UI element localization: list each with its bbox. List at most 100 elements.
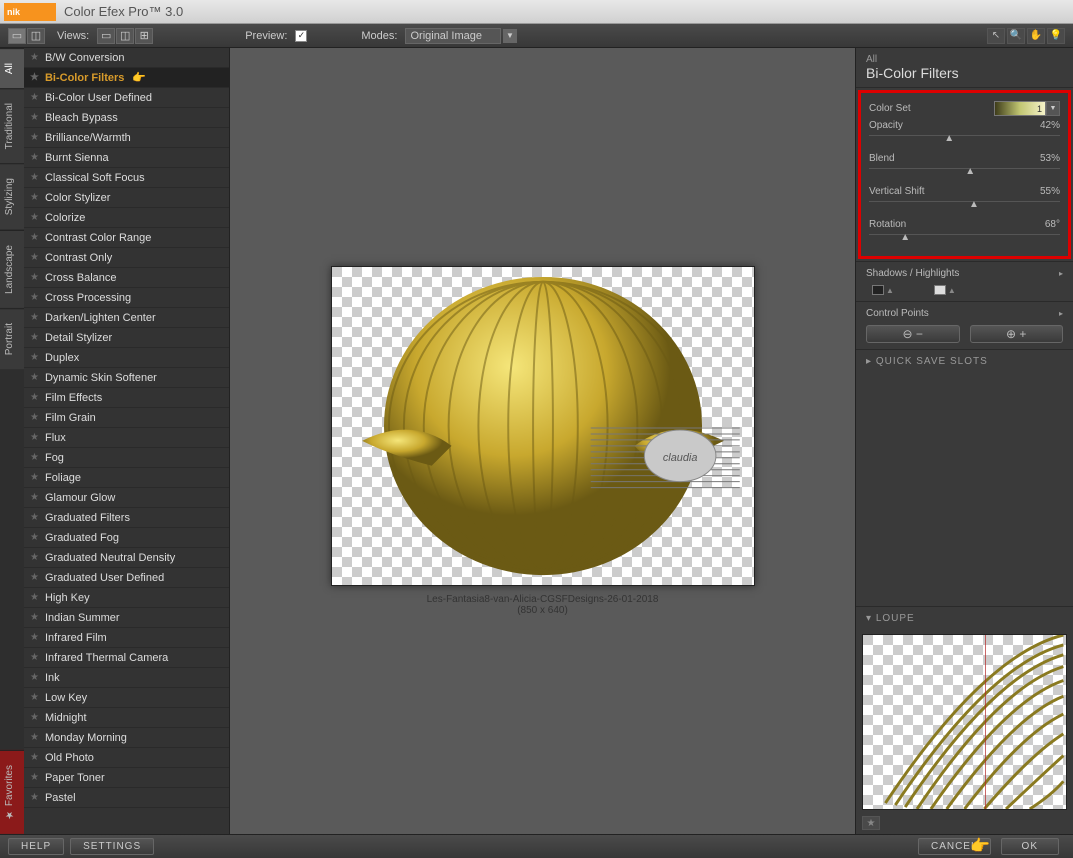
filter-item[interactable]: ★Low Key — [24, 688, 229, 708]
view-split-icon[interactable]: ◫ — [27, 28, 45, 44]
help-button[interactable]: HELP — [8, 838, 64, 855]
star-icon[interactable]: ★ — [30, 632, 39, 643]
star-icon[interactable]: ★ — [30, 272, 39, 283]
slider-handle-icon[interactable]: ▲ — [948, 286, 956, 295]
star-icon[interactable]: ★ — [30, 592, 39, 603]
filter-item[interactable]: ★Graduated Neutral Density — [24, 548, 229, 568]
filter-item[interactable]: ★Glamour Glow — [24, 488, 229, 508]
star-icon[interactable]: ★ — [30, 192, 39, 203]
star-icon[interactable]: ★ — [30, 452, 39, 463]
filter-item[interactable]: ★Monday Morning — [24, 728, 229, 748]
filter-item[interactable]: ★Classical Soft Focus — [24, 168, 229, 188]
star-icon[interactable]: ★ — [30, 512, 39, 523]
filter-item[interactable]: ★Dynamic Skin Softener — [24, 368, 229, 388]
add-control-point-button[interactable]: ⊕ + — [970, 325, 1064, 343]
star-icon[interactable]: ★ — [30, 412, 39, 423]
star-icon[interactable]: ★ — [30, 472, 39, 483]
colorset-swatch[interactable]: 1 — [994, 101, 1046, 116]
star-icon[interactable]: ★ — [30, 792, 39, 803]
layout-3-icon[interactable]: ⊞ — [135, 28, 153, 44]
filter-item[interactable]: ★Cross Processing — [24, 288, 229, 308]
vshift-slider[interactable]: ▲ — [869, 201, 1060, 209]
star-icon[interactable]: ★ — [30, 612, 39, 623]
ok-button[interactable]: OK — [1001, 838, 1059, 855]
remove-control-point-button[interactable]: ⊖ − — [866, 325, 960, 343]
highlight-swatch[interactable] — [934, 285, 946, 295]
star-icon[interactable]: ★ — [30, 732, 39, 743]
filter-item[interactable]: ★Indian Summer — [24, 608, 229, 628]
star-icon[interactable]: ★ — [30, 492, 39, 503]
filter-item[interactable]: ★Infrared Film — [24, 628, 229, 648]
tab-stylizing[interactable]: Stylizing — [0, 163, 24, 229]
tab-traditional[interactable]: Traditional — [0, 88, 24, 163]
star-icon[interactable]: ★ — [30, 292, 39, 303]
filter-item[interactable]: ★Bi-Color Filters👉 — [24, 68, 229, 88]
star-icon[interactable]: ★ — [30, 552, 39, 563]
star-icon[interactable]: ★ — [30, 672, 39, 683]
filter-item[interactable]: ★Graduated Filters — [24, 508, 229, 528]
filter-item[interactable]: ★Color Stylizer — [24, 188, 229, 208]
filter-item[interactable]: ★Contrast Only — [24, 248, 229, 268]
tab-portrait[interactable]: Portrait — [0, 308, 24, 369]
quick-save-slots-header[interactable]: ▸ QUICK SAVE SLOTS — [856, 349, 1073, 373]
filter-item[interactable]: ★Ink — [24, 668, 229, 688]
star-icon[interactable]: ★ — [30, 372, 39, 383]
cancel-button[interactable]: CANCEL — [918, 838, 991, 855]
filter-item[interactable]: ★Paper Toner — [24, 768, 229, 788]
star-icon[interactable]: ★ — [30, 92, 39, 103]
opacity-slider[interactable]: ▲ — [869, 135, 1060, 143]
layout-2-icon[interactable]: ◫ — [116, 28, 134, 44]
star-icon[interactable]: ★ — [30, 212, 39, 223]
filter-item[interactable]: ★Darken/Lighten Center — [24, 308, 229, 328]
slider-handle-icon[interactable]: ▲ — [944, 133, 954, 141]
slider-handle-icon[interactable]: ▲ — [965, 166, 975, 174]
filter-item[interactable]: ★Film Grain — [24, 408, 229, 428]
filter-item[interactable]: ★Graduated User Defined — [24, 568, 229, 588]
filter-item[interactable]: ★Duplex — [24, 348, 229, 368]
filter-item[interactable]: ★B/W Conversion — [24, 48, 229, 68]
star-icon[interactable]: ★ — [30, 392, 39, 403]
filter-item[interactable]: ★Foliage — [24, 468, 229, 488]
star-icon[interactable]: ★ — [30, 352, 39, 363]
star-icon[interactable]: ★ — [30, 332, 39, 343]
view-single-icon[interactable]: ▭ — [8, 28, 26, 44]
filter-list[interactable]: ★B/W Conversion★Bi-Color Filters👉★Bi-Col… — [24, 48, 230, 834]
filter-item[interactable]: ★Film Effects — [24, 388, 229, 408]
tab-favorites[interactable]: ★ Favorites — [0, 750, 24, 834]
filter-item[interactable]: ★Old Photo — [24, 748, 229, 768]
filter-item[interactable]: ★Pastel — [24, 788, 229, 808]
star-icon[interactable]: ★ — [30, 152, 39, 163]
star-icon[interactable]: ★ — [30, 532, 39, 543]
tab-landscape[interactable]: Landscape — [0, 230, 24, 308]
star-icon[interactable]: ★ — [30, 752, 39, 763]
blend-slider[interactable]: ▲ — [869, 168, 1060, 176]
star-icon[interactable]: ★ — [30, 772, 39, 783]
filter-item[interactable]: ★Graduated Fog — [24, 528, 229, 548]
slider-handle-icon[interactable]: ▲ — [900, 232, 910, 240]
expand-arrow-icon[interactable]: ▸ — [1059, 309, 1063, 318]
filter-item[interactable]: ★Flux — [24, 428, 229, 448]
expand-arrow-icon[interactable]: ▸ — [1059, 269, 1063, 278]
star-icon[interactable]: ★ — [30, 252, 39, 263]
star-icon[interactable]: ★ — [30, 232, 39, 243]
filter-item[interactable]: ★Bleach Bypass — [24, 108, 229, 128]
filter-item[interactable]: ★Fog — [24, 448, 229, 468]
loupe-preview[interactable] — [862, 634, 1067, 810]
filter-item[interactable]: ★Cross Balance — [24, 268, 229, 288]
star-icon[interactable]: ★ — [30, 172, 39, 183]
star-icon[interactable]: ★ — [30, 692, 39, 703]
star-icon[interactable]: ★ — [30, 312, 39, 323]
filter-item[interactable]: ★High Key — [24, 588, 229, 608]
pan-tool-icon[interactable]: ✋ — [1027, 28, 1045, 44]
modes-dropdown-arrow-icon[interactable]: ▼ — [503, 29, 517, 43]
light-tool-icon[interactable]: 💡 — [1047, 28, 1065, 44]
filter-item[interactable]: ★Infrared Thermal Camera — [24, 648, 229, 668]
filter-item[interactable]: ★Brilliance/Warmth — [24, 128, 229, 148]
tab-all[interactable]: All — [0, 48, 24, 88]
filter-item[interactable]: ★Colorize — [24, 208, 229, 228]
filter-item[interactable]: ★Burnt Sienna — [24, 148, 229, 168]
preview-canvas[interactable]: claudia — [331, 266, 755, 586]
star-icon[interactable]: ★ — [30, 72, 39, 83]
slider-handle-icon[interactable]: ▲ — [886, 286, 894, 295]
settings-button[interactable]: SETTINGS — [70, 838, 154, 855]
